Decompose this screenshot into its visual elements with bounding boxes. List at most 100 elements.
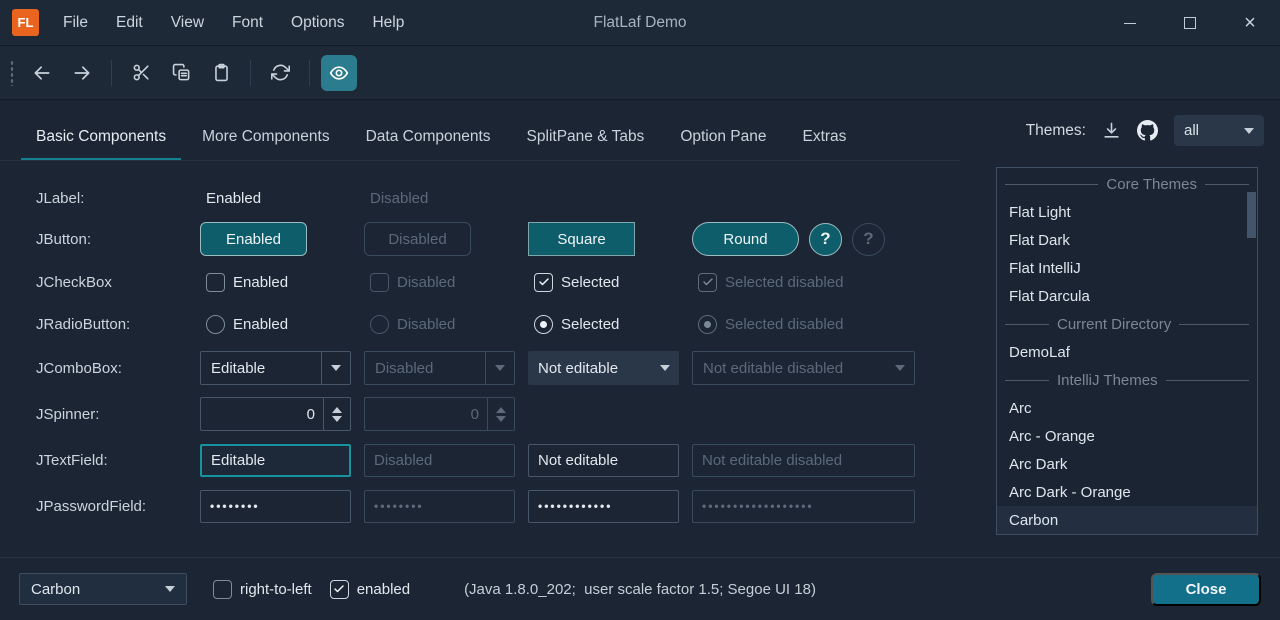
- copy-button[interactable]: [163, 55, 199, 91]
- radio-selected[interactable]: Selected: [534, 315, 692, 334]
- window-title: FlatLaf Demo: [593, 14, 686, 32]
- radio-icon: [206, 315, 225, 334]
- themes-list: Core Themes Flat Light Flat Dark Flat In…: [996, 167, 1258, 535]
- tab-data-components[interactable]: Data Components: [351, 113, 506, 161]
- window-controls: ×: [1100, 0, 1280, 45]
- jlabel-row-label: JLabel:: [36, 190, 200, 207]
- menu-font[interactable]: Font: [218, 0, 277, 45]
- spinner-arrows-icon: [488, 407, 514, 422]
- jtextfield-row-label: JTextField:: [36, 452, 200, 469]
- titlebar: FL File Edit View Font Options Help Flat…: [0, 0, 1280, 46]
- checkbox-icon: [370, 273, 389, 292]
- themes-separator-current-directory: Current Directory: [997, 310, 1257, 338]
- menu-view[interactable]: View: [157, 0, 218, 45]
- theme-item-arc-dark-orange[interactable]: Arc Dark - Orange: [997, 478, 1257, 506]
- toolbar-grip[interactable]: [10, 60, 14, 86]
- radio-selected-icon: [534, 315, 553, 334]
- theme-item-arc-dark[interactable]: Arc Dark: [997, 450, 1257, 478]
- menubar: File Edit View Font Options Help: [49, 0, 418, 45]
- minimize-button[interactable]: [1100, 0, 1160, 46]
- tab-splitpane-tabs[interactable]: SplitPane & Tabs: [512, 113, 660, 161]
- theme-item-flat-intellij[interactable]: Flat IntelliJ: [997, 254, 1257, 282]
- tab-more-components[interactable]: More Components: [187, 113, 345, 161]
- checkbox-checked-icon: [534, 273, 553, 292]
- paste-button[interactable]: [203, 55, 239, 91]
- help-button[interactable]: ?: [809, 223, 842, 256]
- theme-select-combobox[interactable]: Carbon: [19, 573, 187, 605]
- square-button[interactable]: Square: [528, 222, 635, 256]
- enabled-button[interactable]: Enabled: [200, 222, 307, 256]
- theme-item-flat-light[interactable]: Flat Light: [997, 198, 1257, 226]
- theme-item-arc-orange[interactable]: Arc - Orange: [997, 422, 1257, 450]
- refresh-icon: [271, 63, 290, 82]
- github-link-button[interactable]: [1137, 120, 1158, 141]
- rtl-checkbox[interactable]: right-to-left: [213, 580, 312, 599]
- close-window-button[interactable]: ×: [1220, 0, 1280, 46]
- spinner-arrows-icon[interactable]: [324, 407, 350, 422]
- enabled-checkbox[interactable]: enabled: [330, 580, 410, 599]
- back-button[interactable]: [24, 55, 60, 91]
- tab-basic-components[interactable]: Basic Components: [21, 113, 181, 161]
- themes-label: Themes:: [1026, 122, 1086, 140]
- cut-button[interactable]: [123, 55, 159, 91]
- show-hints-toggle-button[interactable]: [321, 55, 357, 91]
- spinner-disabled: 0: [364, 397, 515, 431]
- disabled-button: Disabled: [364, 222, 471, 256]
- app-logo-icon: FL: [12, 9, 39, 36]
- theme-item-flat-darcula[interactable]: Flat Darcula: [997, 282, 1257, 310]
- tab-extras[interactable]: Extras: [788, 113, 862, 161]
- themes-filter-value: all: [1184, 122, 1199, 139]
- theme-item-carbon[interactable]: Carbon: [997, 506, 1257, 534]
- checkbox-selected[interactable]: Selected: [534, 273, 692, 292]
- checkbox-enabled[interactable]: Enabled: [206, 273, 364, 292]
- combobox-disabled: Disabled: [364, 351, 515, 385]
- checkbox-icon: [213, 580, 232, 599]
- radio-enabled[interactable]: Enabled: [206, 315, 364, 334]
- close-button[interactable]: Close: [1151, 573, 1261, 606]
- basic-components-panel: JLabel: Enabled Disabled JButton: Enable…: [0, 161, 1280, 557]
- tab-option-pane[interactable]: Option Pane: [665, 113, 781, 161]
- eye-icon: [329, 63, 349, 83]
- spinner-enabled[interactable]: 0: [200, 397, 351, 431]
- textfield-not-editable[interactable]: Not editable: [528, 444, 679, 477]
- minimize-icon: [1124, 23, 1136, 24]
- chevron-down-icon: [660, 365, 670, 371]
- textfield-editable[interactable]: Editable: [200, 444, 351, 477]
- jpasswordfield-row-label: JPasswordField:: [36, 498, 200, 515]
- radio-selected-icon: [698, 315, 717, 334]
- forward-button[interactable]: [64, 55, 100, 91]
- theme-item-arc[interactable]: Arc: [997, 394, 1257, 422]
- passwordfield-disabled: ••••••••: [364, 490, 515, 523]
- theme-item-flat-dark[interactable]: Flat Dark: [997, 226, 1257, 254]
- clipboard-icon: [212, 63, 231, 82]
- themes-separator-core: Core Themes: [997, 170, 1257, 198]
- passwordfield-enabled[interactable]: ••••••••: [200, 490, 351, 523]
- tab-bar: Basic Components More Components Data Co…: [0, 113, 1280, 161]
- download-themes-button[interactable]: [1102, 121, 1121, 140]
- radio-icon: [370, 315, 389, 334]
- textfield-disabled: Disabled: [364, 444, 515, 477]
- download-icon: [1102, 121, 1121, 140]
- refresh-button[interactable]: [262, 55, 298, 91]
- combobox-not-editable[interactable]: Not editable: [528, 351, 679, 385]
- theme-item-demolaf[interactable]: DemoLaf: [997, 338, 1257, 366]
- chevron-down-icon: [165, 586, 175, 592]
- maximize-button[interactable]: [1160, 0, 1220, 46]
- forward-arrow-icon: [72, 63, 92, 83]
- round-button[interactable]: Round: [692, 222, 799, 256]
- copy-icon: [172, 63, 191, 82]
- themes-scrollbar-thumb[interactable]: [1247, 192, 1256, 238]
- passwordfield-not-editable[interactable]: ••••••••••••: [528, 490, 679, 523]
- menu-help[interactable]: Help: [358, 0, 418, 45]
- menu-edit[interactable]: Edit: [102, 0, 157, 45]
- jbutton-row-label: JButton:: [36, 231, 200, 248]
- menu-options[interactable]: Options: [277, 0, 358, 45]
- menu-file[interactable]: File: [49, 0, 102, 45]
- toolbar-separator: [111, 60, 112, 86]
- close-icon: ×: [1244, 13, 1256, 33]
- maximize-icon: [1184, 17, 1196, 29]
- help-button-disabled: ?: [852, 223, 885, 256]
- themes-filter-combobox[interactable]: all: [1174, 115, 1264, 146]
- combobox-editable[interactable]: Editable: [200, 351, 351, 385]
- chevron-down-icon: [1244, 128, 1254, 134]
